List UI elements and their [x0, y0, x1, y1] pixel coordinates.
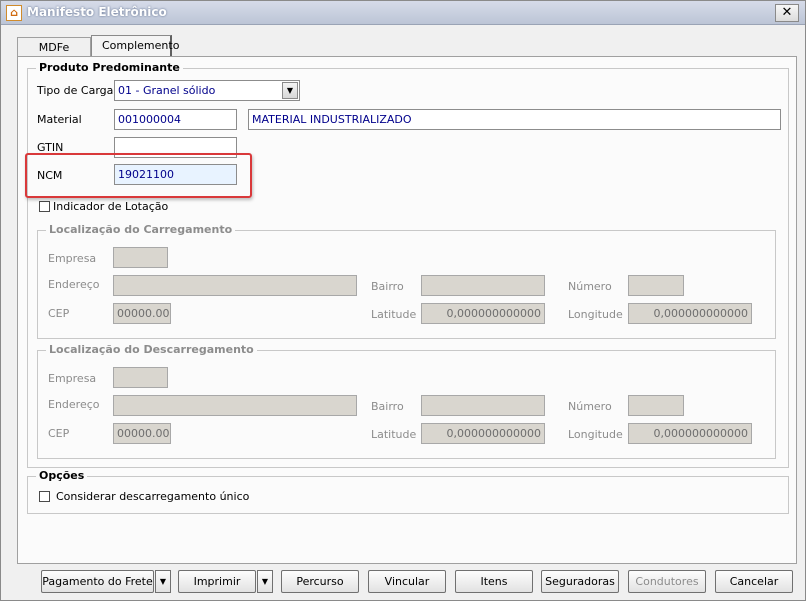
pagamento-dropdown-chevron-icon[interactable]: ▼ [155, 570, 171, 593]
carregamento-empresa-input[interactable] [113, 247, 168, 268]
carregamento-endereco-label: Endereço [48, 278, 100, 291]
descarregamento-empresa-label: Empresa [48, 372, 97, 385]
descarregamento-bairro-input[interactable] [421, 395, 545, 416]
material-label: Material [37, 113, 82, 126]
descarregamento-cep-label: CEP [48, 427, 70, 440]
carregamento-cep-input[interactable]: 00000.000 [113, 303, 171, 324]
descarregamento-numero-label: Número [568, 400, 612, 413]
window-title: Manifesto Eletrônico [27, 5, 167, 19]
carregamento-empresa-label: Empresa [48, 252, 97, 265]
percurso-button[interactable]: Percurso [281, 570, 359, 593]
button-bar: Pagamento do Frete ▼ Imprimir ▼ Percurso… [1, 567, 805, 600]
carregamento-endereco-input[interactable] [113, 275, 357, 296]
close-icon[interactable]: ✕ [775, 4, 799, 22]
descarregamento-group-title: Localização do Descarregamento [46, 343, 257, 356]
carregamento-longitude-input[interactable]: 0,000000000000 [628, 303, 752, 324]
pagamento-frete-button[interactable]: Pagamento do Frete [41, 570, 154, 593]
opcoes-group-title: Opções [36, 469, 88, 482]
descarregamento-bairro-label: Bairro [371, 400, 404, 413]
tab-complemento[interactable]: Complemento [91, 35, 179, 57]
carregamento-bairro-input[interactable] [421, 275, 545, 296]
ncm-highlight [25, 153, 252, 198]
carregamento-bairro-label: Bairro [371, 280, 404, 293]
lotacao-label: Indicador de Lotação [53, 200, 169, 213]
descarregamento-longitude-label: Longitude [568, 428, 623, 441]
seguradoras-button[interactable]: Seguradoras [541, 570, 619, 593]
complemento-panel: Produto Predominante Tipo de Carga 01 - … [17, 56, 797, 564]
material-code-input[interactable]: 001000004 [114, 109, 237, 130]
descarregamento-longitude-input[interactable]: 0,000000000000 [628, 423, 752, 444]
produto-group-title: Produto Predominante [36, 61, 183, 74]
material-desc-input[interactable]: MATERIAL INDUSTRIALIZADO [248, 109, 781, 130]
carregamento-numero-label: Número [568, 280, 612, 293]
carregamento-group-title: Localização do Carregamento [46, 223, 236, 236]
mdfe-window: ⌂ Manifesto Eletrônico ✕ MDFe Complement… [0, 0, 806, 601]
descarregamento-unico-label: Considerar descarregamento único [56, 490, 250, 503]
carregamento-cep-label: CEP [48, 307, 70, 320]
imprimir-dropdown-chevron-icon[interactable]: ▼ [257, 570, 273, 593]
condutores-button: Condutores [628, 570, 706, 593]
descarregamento-endereco-label: Endereço [48, 398, 100, 411]
descarregamento-latitude-input[interactable]: 0,000000000000 [421, 423, 545, 444]
descarregamento-unico-checkbox[interactable] [39, 491, 50, 502]
tipo-carga-select[interactable]: 01 - Granel sólido ▼ [114, 80, 300, 101]
chevron-down-icon[interactable]: ▼ [282, 82, 298, 99]
tab-mdfe[interactable]: MDFe [17, 37, 91, 57]
tipo-carga-value: 01 - Granel sólido [118, 84, 216, 97]
descarregamento-latitude-label: Latitude [371, 428, 417, 441]
descarregamento-endereco-input[interactable] [113, 395, 357, 416]
descarregamento-empresa-input[interactable] [113, 367, 168, 388]
carregamento-numero-input[interactable] [628, 275, 684, 296]
lotacao-checkbox[interactable] [39, 201, 50, 212]
tipo-carga-label: Tipo de Carga [37, 84, 114, 97]
itens-button[interactable]: Itens [455, 570, 533, 593]
title-bar[interactable]: ⌂ Manifesto Eletrônico ✕ [1, 1, 805, 25]
vincular-button[interactable]: Vincular [368, 570, 446, 593]
cancelar-button[interactable]: Cancelar [715, 570, 793, 593]
descarregamento-cep-input[interactable]: 00000.000 [113, 423, 171, 444]
app-icon: ⌂ [6, 5, 22, 21]
carregamento-latitude-input[interactable]: 0,000000000000 [421, 303, 545, 324]
carregamento-longitude-label: Longitude [568, 308, 623, 321]
imprimir-button[interactable]: Imprimir [178, 570, 256, 593]
carregamento-latitude-label: Latitude [371, 308, 417, 321]
descarregamento-numero-input[interactable] [628, 395, 684, 416]
